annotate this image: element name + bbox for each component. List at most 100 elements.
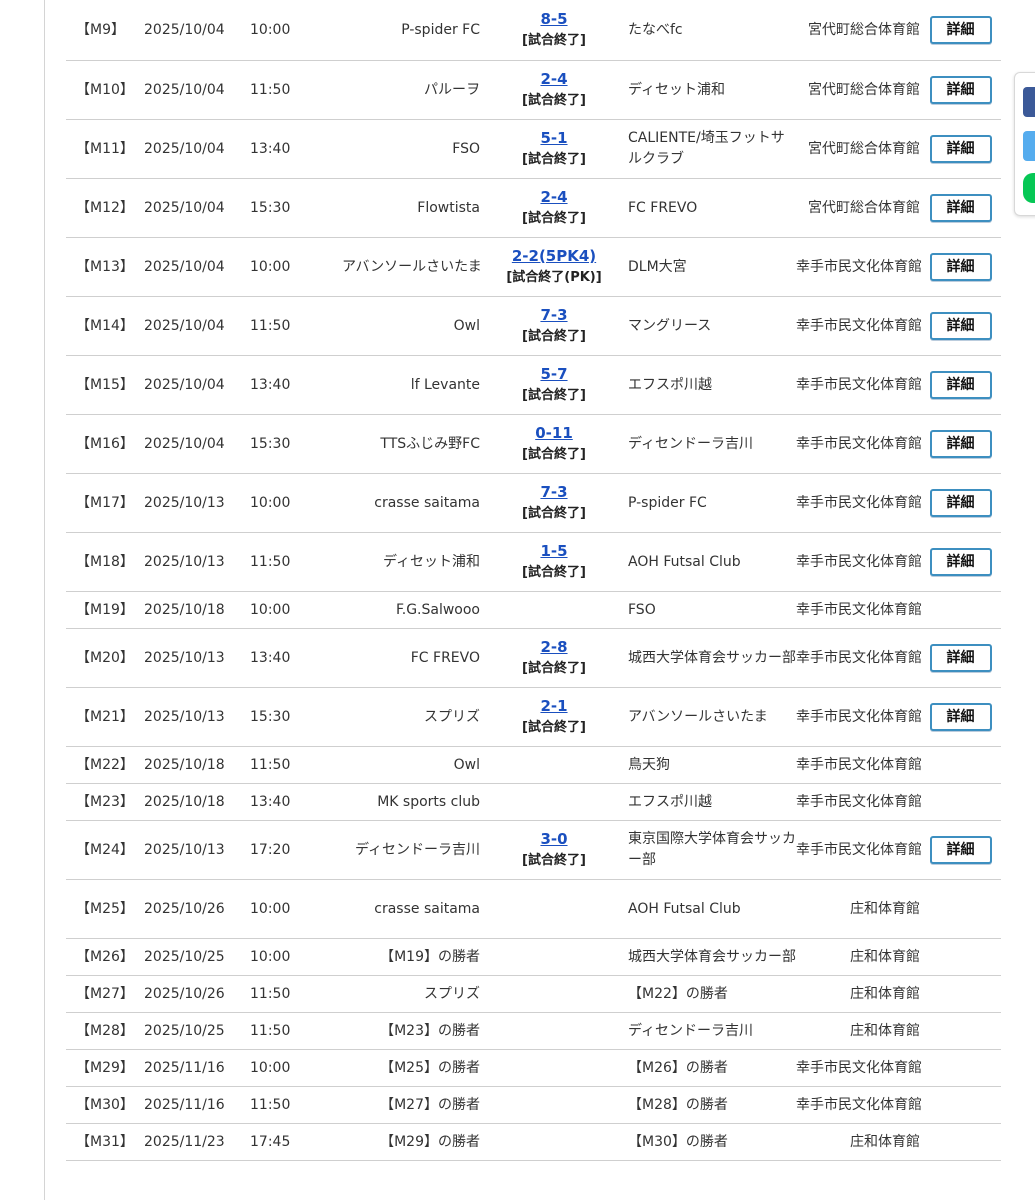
home-team: Owl — [342, 296, 492, 356]
detail-button[interactable]: 詳細 — [929, 430, 992, 458]
away-team: アバンソールさいたま — [616, 687, 796, 747]
home-team: lf Levante — [342, 355, 492, 415]
detail-cell — [920, 783, 1001, 821]
detail-button[interactable]: 詳細 — [929, 135, 992, 163]
match-id: 【M22】 — [66, 746, 144, 784]
score-link[interactable]: 2-4 — [492, 187, 616, 208]
match-id: 【M25】 — [66, 879, 144, 939]
match-id: 【M26】 — [66, 938, 144, 976]
away-team: エフスポ川越 — [616, 355, 796, 415]
table-row: 【M28】 2025/10/25 11:50 【M23】の勝者 ディセンドーラ吉川 庄和体… — [66, 1012, 1001, 1050]
away-team: 城西大学体育会サッカー部 — [616, 938, 796, 976]
detail-button[interactable]: 詳細 — [929, 836, 992, 864]
match-id: 【M29】 — [66, 1049, 144, 1087]
share-sidebar — [1014, 72, 1035, 216]
match-status: [試合終了] — [522, 661, 586, 676]
score-link[interactable]: 5-1 — [492, 128, 616, 149]
detail-cell: 詳細 — [920, 60, 1001, 120]
home-team: Flowtista — [342, 178, 492, 238]
score-link[interactable]: 2-4 — [492, 69, 616, 90]
match-date: 2025/10/04 — [144, 414, 250, 474]
match-id: 【M23】 — [66, 783, 144, 821]
match-status: [試合終了] — [522, 329, 586, 344]
match-id: 【M11】 — [66, 119, 144, 179]
score-link[interactable]: 1-5 — [492, 541, 616, 562]
away-team: CALIENTE/埼玉フットサルクラブ — [616, 119, 796, 179]
detail-button[interactable]: 詳細 — [929, 194, 992, 222]
match-date: 2025/10/04 — [144, 178, 250, 238]
score-cell — [492, 783, 616, 821]
match-venue: 幸手市民文化体育館 — [796, 783, 922, 821]
table-row: 【M10】 2025/10/04 11:50 パルーヲ 2-4 [試合終了] ディセット浦和… — [66, 60, 1001, 120]
match-venue: 宮代町総合体育館 — [796, 60, 920, 120]
match-date: 2025/10/13 — [144, 532, 250, 592]
line-icon[interactable] — [1023, 173, 1035, 203]
table-row: 【M17】 2025/10/13 10:00 crasse saitama 7-3 [試合… — [66, 473, 1001, 533]
score-link[interactable]: 5-7 — [492, 364, 616, 385]
score-link[interactable]: 8-5 — [492, 9, 616, 30]
score-link[interactable]: 2-1 — [492, 696, 616, 717]
match-date: 2025/10/25 — [144, 1012, 250, 1050]
match-venue: 幸手市民文化体育館 — [796, 1049, 922, 1087]
match-id: 【M9】 — [66, 0, 144, 61]
twitter-icon[interactable] — [1023, 131, 1035, 161]
score-link[interactable]: 3-0 — [492, 829, 616, 850]
detail-button[interactable]: 詳細 — [929, 703, 992, 731]
away-team: DLM大宮 — [616, 237, 796, 297]
detail-button[interactable]: 詳細 — [929, 76, 992, 104]
match-id: 【M10】 — [66, 60, 144, 120]
score-cell: 2-4 [試合終了] — [492, 178, 616, 238]
away-team: P-spider FC — [616, 473, 796, 533]
match-venue: 庄和体育館 — [796, 1012, 920, 1050]
match-venue: 庄和体育館 — [796, 938, 920, 976]
away-team: ディセット浦和 — [616, 60, 796, 120]
home-team: TTSふじみ野FC — [342, 414, 492, 474]
detail-cell: 詳細 — [920, 237, 1001, 297]
score-cell: 5-1 [試合終了] — [492, 119, 616, 179]
match-venue: 幸手市民文化体育館 — [796, 237, 922, 297]
away-team: エフスポ川越 — [616, 783, 796, 821]
match-date: 2025/10/04 — [144, 0, 250, 61]
facebook-icon[interactable] — [1023, 87, 1035, 117]
match-id: 【M14】 — [66, 296, 144, 356]
score-cell — [492, 1049, 616, 1087]
match-status: [試合終了] — [522, 447, 586, 462]
score-link[interactable]: 2-2(5PK4) — [492, 246, 616, 267]
away-team: たなべfc — [616, 0, 796, 61]
match-date: 2025/10/13 — [144, 820, 250, 880]
match-time: 10:00 — [250, 938, 342, 976]
match-venue: 宮代町総合体育館 — [796, 178, 920, 238]
detail-button[interactable]: 詳細 — [929, 548, 992, 576]
detail-button[interactable]: 詳細 — [929, 16, 992, 44]
detail-button[interactable]: 詳細 — [929, 253, 992, 281]
away-team: 【M26】の勝者 — [616, 1049, 796, 1087]
score-cell — [492, 1086, 616, 1124]
score-cell — [492, 1123, 616, 1161]
detail-button[interactable]: 詳細 — [929, 371, 992, 399]
score-link[interactable]: 7-3 — [492, 482, 616, 503]
match-date: 2025/10/04 — [144, 355, 250, 415]
home-team: 【M27】の勝者 — [342, 1086, 492, 1124]
match-time: 11:50 — [250, 532, 342, 592]
detail-button[interactable]: 詳細 — [929, 489, 992, 517]
home-team: ディセンドーラ吉川 — [342, 820, 492, 880]
match-status: [試合終了] — [522, 93, 586, 108]
score-link[interactable]: 7-3 — [492, 305, 616, 326]
score-link[interactable]: 2-8 — [492, 637, 616, 658]
detail-button[interactable]: 詳細 — [929, 312, 992, 340]
match-venue: 庄和体育館 — [796, 1123, 920, 1161]
detail-cell — [920, 975, 1001, 1013]
match-date: 2025/10/13 — [144, 473, 250, 533]
detail-cell: 詳細 — [920, 532, 1001, 592]
match-time: 15:30 — [250, 178, 342, 238]
score-cell: 5-7 [試合終了] — [492, 355, 616, 415]
home-team: 【M29】の勝者 — [342, 1123, 492, 1161]
match-time: 11:50 — [250, 60, 342, 120]
away-team: 【M22】の勝者 — [616, 975, 796, 1013]
detail-cell — [920, 938, 1001, 976]
match-status: [試合終了] — [522, 853, 586, 868]
score-link[interactable]: 0-11 — [492, 423, 616, 444]
detail-button[interactable]: 詳細 — [929, 644, 992, 672]
match-status: [試合終了] — [522, 565, 586, 580]
score-cell: 2-2(5PK4) [試合終了(PK)] — [492, 237, 616, 297]
